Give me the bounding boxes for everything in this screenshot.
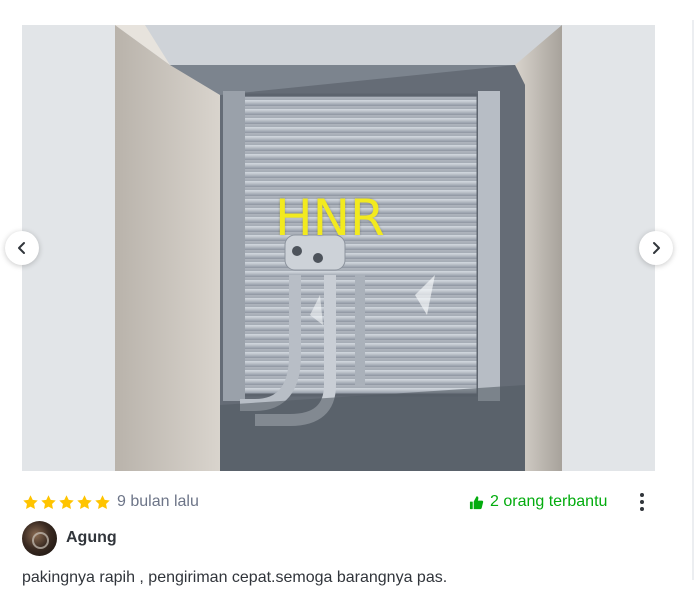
star-icon (77, 494, 92, 509)
reviewer-name[interactable]: Agung (66, 529, 117, 547)
chevron-left-icon (18, 242, 25, 254)
helpful-count-label: 2 orang terbantu (490, 493, 608, 510)
more-options-button[interactable] (634, 490, 650, 514)
thumbs-up-icon (469, 495, 484, 509)
star-rating (22, 494, 111, 511)
review-photo[interactable]: HNR (115, 25, 562, 471)
avatar[interactable] (22, 520, 57, 556)
evaporator-photo-illustration (115, 25, 562, 471)
review-image-gallery[interactable]: HNR (22, 25, 655, 471)
star-icon (23, 494, 38, 509)
watermark-text: HNR (275, 189, 385, 247)
star-icon (59, 494, 74, 509)
chevron-right-icon (653, 242, 660, 254)
review-time: 9 bulan lalu (117, 493, 199, 510)
review-meta-row: 9 bulan lalu 2 orang terbantu (22, 490, 662, 514)
star-icon (41, 494, 56, 509)
reviewer-info: Agung (22, 520, 117, 556)
previous-image-button[interactable] (5, 231, 39, 265)
helpful-button[interactable]: 2 orang terbantu (469, 490, 607, 514)
star-icon (95, 494, 110, 509)
page-edge-divider (692, 20, 694, 580)
next-image-button[interactable] (639, 231, 673, 265)
more-vertical-icon (640, 493, 644, 497)
review-text: pakingnya rapih , pengiriman cepat.semog… (22, 569, 448, 586)
